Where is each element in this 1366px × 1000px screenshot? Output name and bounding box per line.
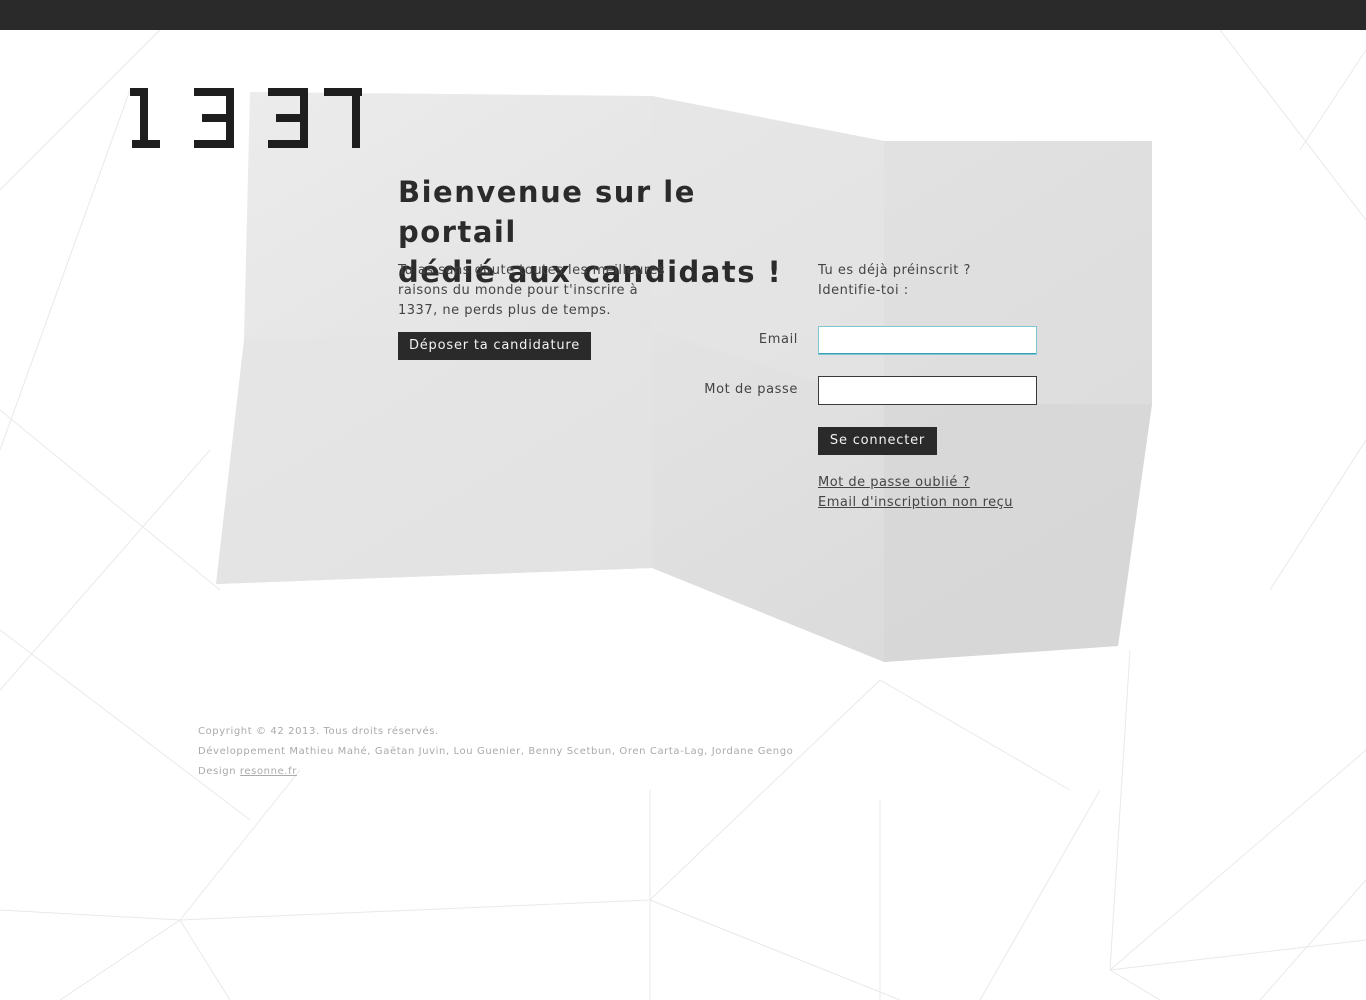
headline-line-1: Bienvenue sur le portail [398, 175, 696, 249]
logo-1337-icon [130, 88, 362, 148]
login-intro: Tu es déjà préinscrit ? Identifie-toi : [818, 261, 1038, 301]
footer-design-prefix: Design [198, 766, 240, 777]
welcome-intro: Tu as sans doute toutes les meilleures r… [398, 261, 688, 321]
password-label: Mot de passe [704, 382, 798, 397]
intro-line-1: Tu as sans doute toutes les meilleures [398, 263, 666, 278]
intro-line-2: raisons du monde pour t'inscrire à [398, 283, 639, 298]
brand-logo: 1337 [128, 86, 368, 150]
apply-button[interactable]: Déposer ta candidature [398, 332, 591, 360]
footer-copyright: Copyright © 42 2013. Tous droits réservé… [198, 726, 439, 737]
login-intro-line-1: Tu es déjà préinscrit ? [818, 263, 971, 278]
email-label: Email [758, 332, 798, 347]
password-field[interactable] [818, 376, 1037, 405]
login-button[interactable]: Se connecter [818, 427, 937, 455]
login-intro-line-2: Identifie-toi : [818, 283, 909, 298]
footer-design: Design resonne.fr [198, 762, 793, 782]
footer-developers: Développement Mathieu Mahé, Gaëtan Juvin… [198, 746, 794, 757]
forgot-password-link[interactable]: Mot de passe oublié ? [818, 475, 970, 490]
resend-email-link[interactable]: Email d'inscription non reçu [818, 495, 1013, 510]
intro-line-3: 1337, ne perds plus de temps. [398, 303, 612, 318]
email-field[interactable] [818, 326, 1037, 355]
footer: Copyright © 42 2013. Tous droits réservé… [198, 722, 793, 782]
design-link[interactable]: resonne.fr [240, 766, 297, 777]
